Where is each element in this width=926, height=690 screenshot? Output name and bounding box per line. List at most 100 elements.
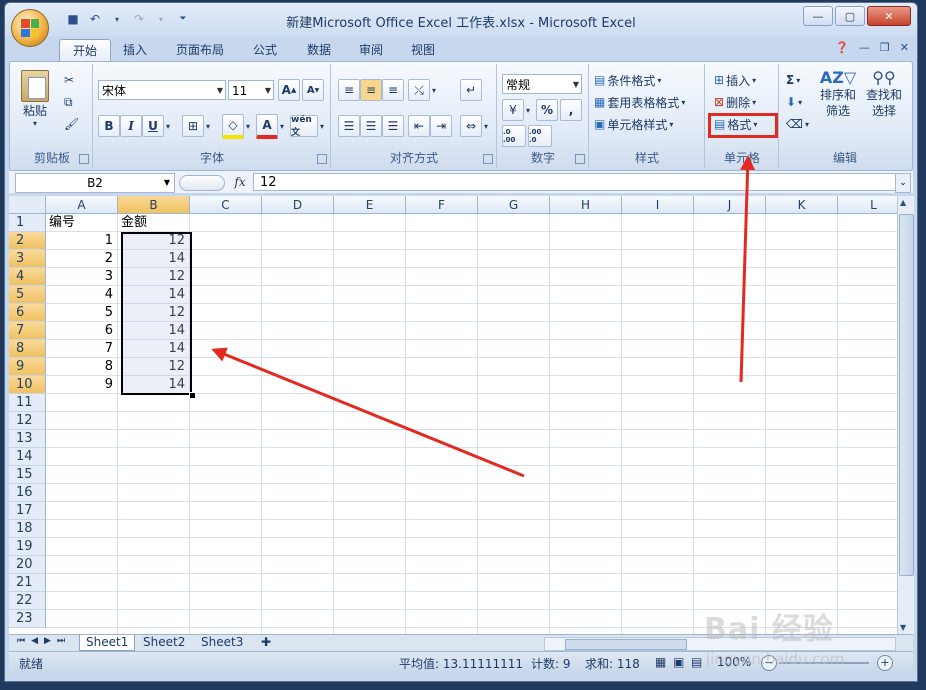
wrap-text-button[interactable]: ↵ [460, 79, 482, 101]
column-header-k[interactable]: K [766, 196, 838, 214]
font-name-dropdown-icon[interactable]: ▼ [217, 81, 223, 101]
formula-expand-icon[interactable]: ⌄ [895, 173, 911, 193]
tab-view[interactable]: 视图 [403, 39, 443, 61]
autosum-dropdown-icon[interactable]: ▾ [796, 76, 800, 85]
accounting-dropdown-icon[interactable]: ▾ [526, 106, 530, 115]
cell-a2[interactable]: 1 [49, 232, 113, 250]
page-break-view-icon[interactable]: ▤ [691, 655, 702, 669]
ribbon-minimize-icon[interactable]: — [859, 41, 870, 54]
shrink-font-button[interactable]: A ▼ [302, 79, 324, 101]
row-header-16[interactable]: 16 [9, 484, 46, 502]
formula-bar-resize-handle[interactable] [179, 175, 225, 191]
sort-filter-button[interactable]: AZ▽ 排序和 筛选 [816, 68, 860, 119]
cell-styles-dropdown-icon[interactable]: ▾ [669, 120, 673, 129]
decrease-indent-button[interactable]: ⇤ [408, 115, 430, 137]
find-select-button[interactable]: ⚲⚲ 查找和 选择 [862, 68, 906, 119]
clipboard-launcher-icon[interactable] [79, 154, 89, 164]
cell-a1[interactable]: 编号 [49, 214, 113, 232]
align-middle-button[interactable]: ≡ [360, 79, 382, 101]
decrease-decimal-button[interactable]: .00 .0 [528, 125, 552, 147]
column-header-i[interactable]: I [622, 196, 694, 214]
prev-sheet-icon[interactable]: ◀ [31, 636, 38, 646]
sheet-tab-2[interactable]: Sheet2 [137, 635, 191, 650]
cell-a6[interactable]: 5 [49, 304, 113, 322]
delete-cells-button[interactable]: ⊠ 删除 ▾ [714, 92, 756, 112]
increase-decimal-button[interactable]: .0 .00 [502, 125, 526, 147]
cell-a5[interactable]: 4 [49, 286, 113, 304]
italic-button[interactable]: I [120, 115, 142, 137]
fill-color-dropdown-icon[interactable]: ▾ [246, 122, 250, 131]
sheet-tab-3[interactable]: Sheet3 [195, 635, 249, 650]
copy-button[interactable]: ⧉ [64, 92, 73, 112]
tab-data[interactable]: 数据 [299, 39, 339, 61]
borders-dropdown-icon[interactable]: ▾ [206, 122, 210, 131]
insert-sheet-icon[interactable]: ✚ [255, 635, 277, 650]
tab-review[interactable]: 审阅 [351, 39, 391, 61]
orientation-button[interactable]: ⤯ ▾ [408, 79, 436, 101]
align-left-button[interactable]: ☰ [338, 115, 360, 137]
horizontal-scroll-thumb[interactable] [565, 639, 687, 650]
column-header-b[interactable]: B [118, 196, 190, 214]
page-layout-view-icon[interactable]: ▣ [673, 655, 684, 669]
maximize-button[interactable]: ▢ [835, 6, 865, 26]
number-format-dropdown-icon[interactable]: ▼ [573, 75, 579, 95]
scroll-down-icon[interactable]: ▼ [900, 623, 906, 632]
merge-center-button[interactable]: ⇔ ▾ [460, 115, 488, 137]
name-box[interactable]: B2 ▼ [15, 173, 175, 193]
sheet-tab-1[interactable]: Sheet1 [79, 635, 136, 651]
ribbon-close-icon[interactable]: ✕ [900, 41, 909, 54]
row-header-10[interactable]: 10 [9, 376, 46, 394]
row-header-22[interactable]: 22 [9, 592, 46, 610]
number-launcher-icon[interactable] [575, 154, 585, 164]
row-header-14[interactable]: 14 [9, 448, 46, 466]
insert-cells-dropdown-icon[interactable]: ▾ [752, 76, 756, 85]
underline-dropdown-icon[interactable]: ▾ [166, 122, 170, 131]
grow-font-button[interactable]: A ▲ [278, 79, 300, 101]
fill-color-button[interactable]: ◇ ▾ [222, 113, 250, 139]
column-header-c[interactable]: C [190, 196, 262, 214]
cut-button[interactable]: ✂ [64, 70, 74, 90]
close-button[interactable]: ✕ [867, 6, 911, 26]
cell-a10[interactable]: 9 [49, 376, 113, 394]
font-name-combo[interactable]: 宋体 ▼ [98, 80, 226, 100]
format-painter-button[interactable]: 🖌 [64, 114, 79, 134]
cell-styles-button[interactable]: ▣ 单元格样式 ▾ [594, 114, 673, 134]
insert-cells-button[interactable]: ⊞ 插入 ▾ [714, 70, 756, 90]
clear-dropdown-icon[interactable]: ▾ [805, 120, 809, 129]
column-header-f[interactable]: F [406, 196, 478, 214]
worksheet-grid[interactable]: ABCDEFGHIJKL 1 2 3 4 5 6 7 8 9 10 11 12 13 14 15 16 17 18… [9, 196, 897, 634]
row-header-3[interactable]: 3 [9, 250, 46, 268]
row-header-8[interactable]: 8 [9, 340, 46, 358]
minimize-button[interactable]: — [803, 6, 833, 26]
cell-b1[interactable]: 金额 [121, 214, 185, 232]
format-as-table-dropdown-icon[interactable]: ▾ [681, 98, 685, 107]
column-header-e[interactable]: E [334, 196, 406, 214]
align-center-button[interactable]: ☰ [360, 115, 382, 137]
fill-button[interactable]: ⬇ ▾ [786, 92, 802, 112]
select-all-corner[interactable] [9, 196, 46, 214]
cell-a9[interactable]: 8 [49, 358, 113, 376]
row-header-18[interactable]: 18 [9, 520, 46, 538]
column-header-j[interactable]: J [694, 196, 766, 214]
percent-button[interactable]: % [536, 99, 558, 121]
row-header-2[interactable]: 2 [9, 232, 46, 250]
column-header-g[interactable]: G [478, 196, 550, 214]
row-header-6[interactable]: 6 [9, 304, 46, 322]
insert-function-icon[interactable]: fx [231, 173, 249, 191]
conditional-format-dropdown-icon[interactable]: ▾ [657, 76, 661, 85]
name-box-dropdown-icon[interactable]: ▼ [164, 174, 170, 192]
fill-handle[interactable] [189, 392, 196, 399]
row-header-5[interactable]: 5 [9, 286, 46, 304]
underline-button[interactable]: U ▾ [142, 115, 170, 137]
column-header-h[interactable]: H [550, 196, 622, 214]
last-sheet-icon[interactable]: ⏭ [57, 636, 65, 646]
row-header-21[interactable]: 21 [9, 574, 46, 592]
delete-cells-dropdown-icon[interactable]: ▾ [752, 98, 756, 107]
cell-a4[interactable]: 3 [49, 268, 113, 286]
row-header-12[interactable]: 12 [9, 412, 46, 430]
phonetic-button[interactable]: wén 文 ▾ [290, 115, 324, 138]
formula-input[interactable]: 12 [253, 173, 898, 191]
font-color-button[interactable]: A ▾ [256, 113, 284, 139]
row-header-7[interactable]: 7 [9, 322, 46, 340]
paste-dropdown-icon[interactable]: ▾ [18, 119, 52, 128]
